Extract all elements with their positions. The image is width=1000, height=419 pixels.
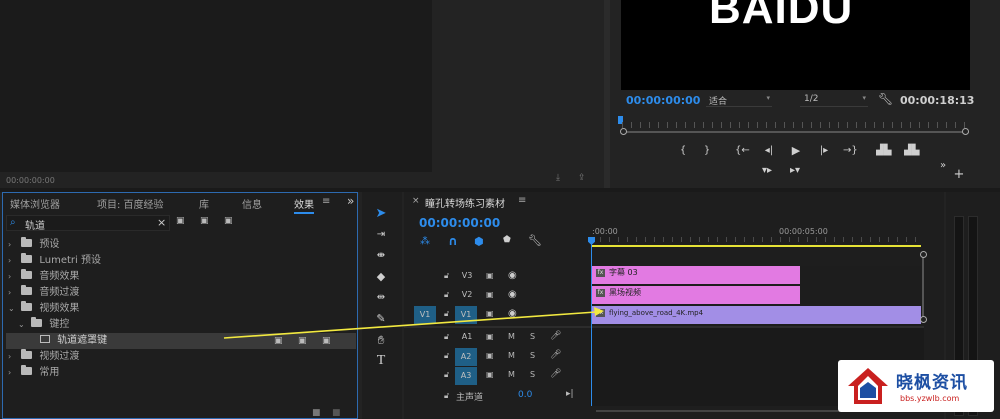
watermark: 晓枫资讯 bbs.yzwlb.com — [838, 360, 994, 412]
drag-annotation-arrowhead — [594, 307, 604, 316]
drag-annotation — [223, 307, 604, 339]
watermark-house-icon — [848, 368, 888, 404]
watermark-url: bbs.yzwlb.com — [900, 394, 960, 403]
watermark-name: 晓枫资讯 — [896, 373, 968, 393]
drag-annotation-line — [223, 311, 597, 339]
